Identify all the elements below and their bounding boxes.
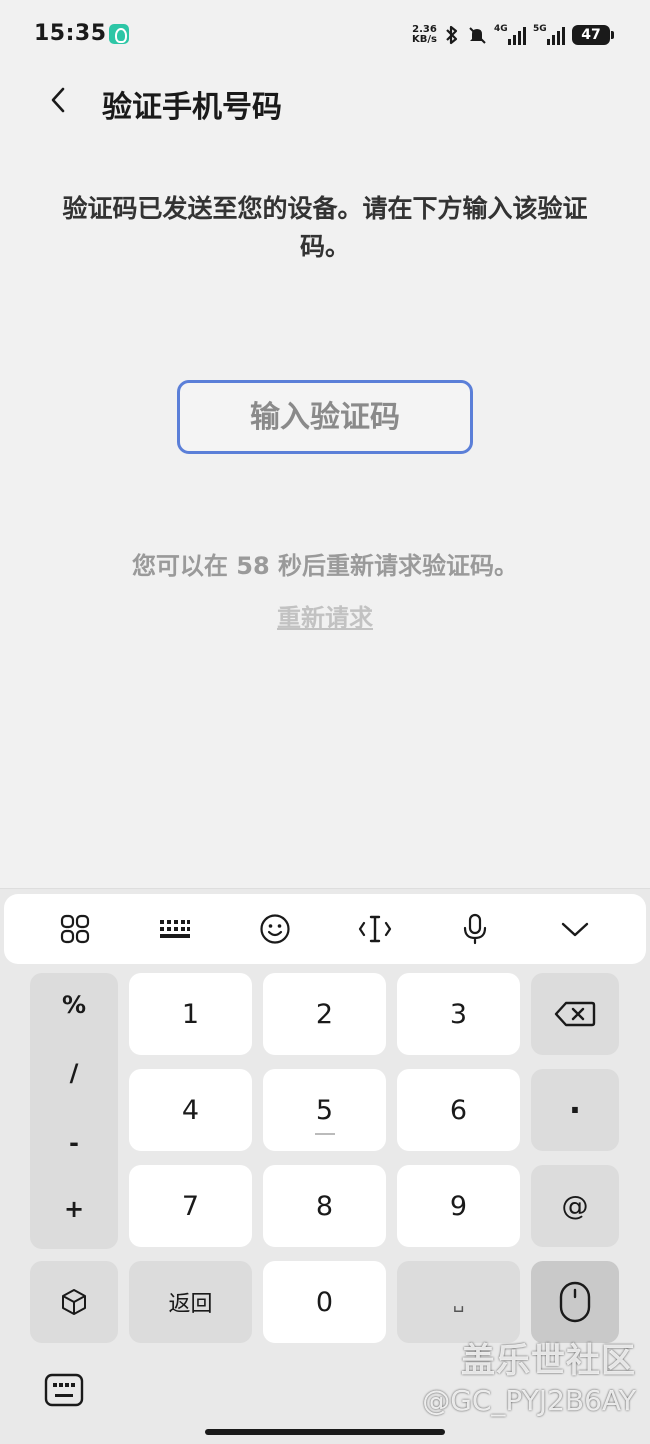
status-time: 15:35 [34,21,107,46]
net-speed-unit: KB/s [412,34,437,45]
signal-5g-icon: 5G [533,24,565,45]
collapse-keyboard-button[interactable] [552,906,598,952]
key-9[interactable]: 9 [397,1165,520,1247]
backspace-key[interactable] [531,973,619,1055]
key-3[interactable]: 3 [397,973,520,1055]
mouse-key[interactable] [531,1261,619,1343]
back-arrow-icon [51,87,65,113]
key-dot[interactable]: · [531,1069,619,1151]
emoji-icon [260,914,290,944]
signal-5g-label: 5G [533,24,547,34]
collapse-chevron-icon [561,922,589,937]
key-5-marker [315,1133,335,1135]
resend-countdown: 您可以在 58 秒后重新请求验证码。 [131,552,519,580]
key-6[interactable]: 6 [397,1069,520,1151]
emoji-button[interactable] [252,906,298,952]
battery-icon: 47 [572,25,614,45]
cursor-icon [358,915,392,943]
back-key[interactable]: 返回 [129,1261,252,1343]
keyboard-layout-icon [160,920,190,938]
keyboard-icon [44,1373,84,1407]
space-key[interactable]: ␣ [397,1261,520,1343]
voice-input-button[interactable] [452,906,498,952]
signal-4g-label: 4G [494,24,508,34]
backspace-icon [554,1001,596,1027]
key-8[interactable]: 8 [263,1165,386,1247]
key-at[interactable]: @ [531,1165,619,1247]
apps-grid-icon [60,914,90,944]
watermark-handle: @GC_PYJ2B6AY [422,1384,636,1417]
verification-code-input[interactable] [177,380,473,454]
key-2[interactable]: 2 [263,973,386,1055]
cube-key[interactable] [30,1261,118,1343]
app-notification-icon [109,24,129,44]
key-7[interactable]: 7 [129,1165,252,1247]
instruction-text: 验证码已发送至您的设备。请在下方输入该验证码。 [62,194,588,261]
cursor-control-button[interactable] [352,906,398,952]
mute-bell-icon [469,27,486,44]
net-speed: 2.36 KB/s [412,25,437,45]
keyboard-switch-button[interactable] [44,1373,84,1409]
key-4[interactable]: 4 [129,1069,252,1151]
page-title: 验证手机号码 [102,90,282,125]
key-5[interactable]: 5 [263,1069,386,1151]
apps-grid-button[interactable] [52,906,98,952]
microphone-icon [463,913,487,945]
key-plus[interactable]: + [30,1195,118,1223]
keyboard-toolbar [4,894,646,964]
symbol-column: % / - + [30,973,118,1249]
status-icons: 2.36 KB/s 4G 5G 47 [412,22,614,48]
key-percent[interactable]: % [30,991,118,1019]
signal-4g-icon: 4G [494,24,526,45]
key-0[interactable]: 0 [263,1261,386,1343]
cube-icon [62,1289,86,1315]
keyboard-layout-button[interactable] [152,906,198,952]
key-5-label: 5 [315,1094,334,1126]
back-button[interactable] [38,80,78,120]
bluetooth-icon [446,25,458,45]
key-minus[interactable]: - [30,1129,118,1157]
watermark-title: 盖乐世社区 [461,1341,636,1381]
key-slash[interactable]: / [30,1059,118,1087]
key-1[interactable]: 1 [129,973,252,1055]
home-indicator[interactable] [205,1429,445,1435]
resend-link[interactable]: 重新请求 [0,598,650,633]
status-bar: 15:35 2.36 KB/s 4G 5G 47 [0,0,650,70]
mouse-icon [559,1281,591,1323]
